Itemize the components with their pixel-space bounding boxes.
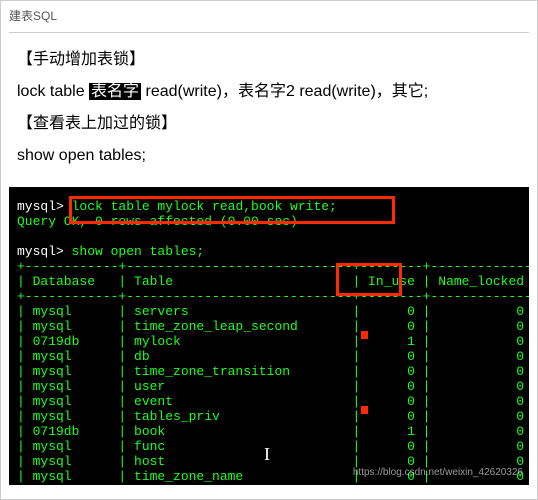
divider: +------------+--------------------------… [17,289,529,304]
table-header: | Database | Table | In_use | Name_locke… [17,274,529,289]
table-row: | mysql | user | 0 | 0 | [17,379,529,394]
table-row: | mysql | time_zone_leap_second | 0 | 0 … [17,319,529,334]
table-row: | 0719db | book | 1 | 0 | [17,424,529,439]
table-row: | mysql | plugin | 0 | 0 | [17,484,529,485]
terminal: mysql> lock table mylock read,book write… [9,187,529,485]
lock-statement: lock table 表名字 read(write)，表名字2 read(wri… [17,77,521,107]
table-row: | 0719db | mylock | 1 | 0 | [17,334,529,349]
table-row: | mysql | func | 0 | 0 | [17,439,529,454]
prompt: mysql> [17,244,64,259]
show-statement: show open tables; [17,141,521,171]
table-row: | mysql | time_zone_transition | 0 | 0 | [17,364,529,379]
text-cursor-icon: I [264,447,270,462]
table-row: | mysql | servers | 0 | 0 | [17,304,529,319]
red-mark-mylock [361,331,368,339]
tab-label[interactable]: 建表SQL [9,5,529,33]
table-row: | mysql | event | 0 | 0 | [17,394,529,409]
heading-view-locks: 【查看表上加过的锁】 [17,109,521,139]
heading-add-lock: 【手动增加表锁】 [17,45,521,75]
prompt: mysql> [17,199,64,214]
table-row: | mysql | db | 0 | 0 | [17,349,529,364]
cmd-show: show open tables; [64,244,204,259]
divider: +------------+--------------------------… [17,259,529,274]
highlight-box-cmd [69,196,395,224]
lock-before: lock table [17,83,89,100]
doc-content: 【手动增加表锁】 lock table 表名字 read(write)，表名字2… [9,45,529,171]
watermark: https://blog.csdn.net/weixin_42620326 [353,465,523,480]
highlight-tablename: 表名字 [89,83,141,100]
red-mark-book [361,406,368,414]
lock-after: read(write)，表名字2 read(write)，其它; [141,83,428,100]
table-row: | mysql | tables_priv | 0 | 0 | [17,409,529,424]
highlight-box-inuse [336,263,402,296]
